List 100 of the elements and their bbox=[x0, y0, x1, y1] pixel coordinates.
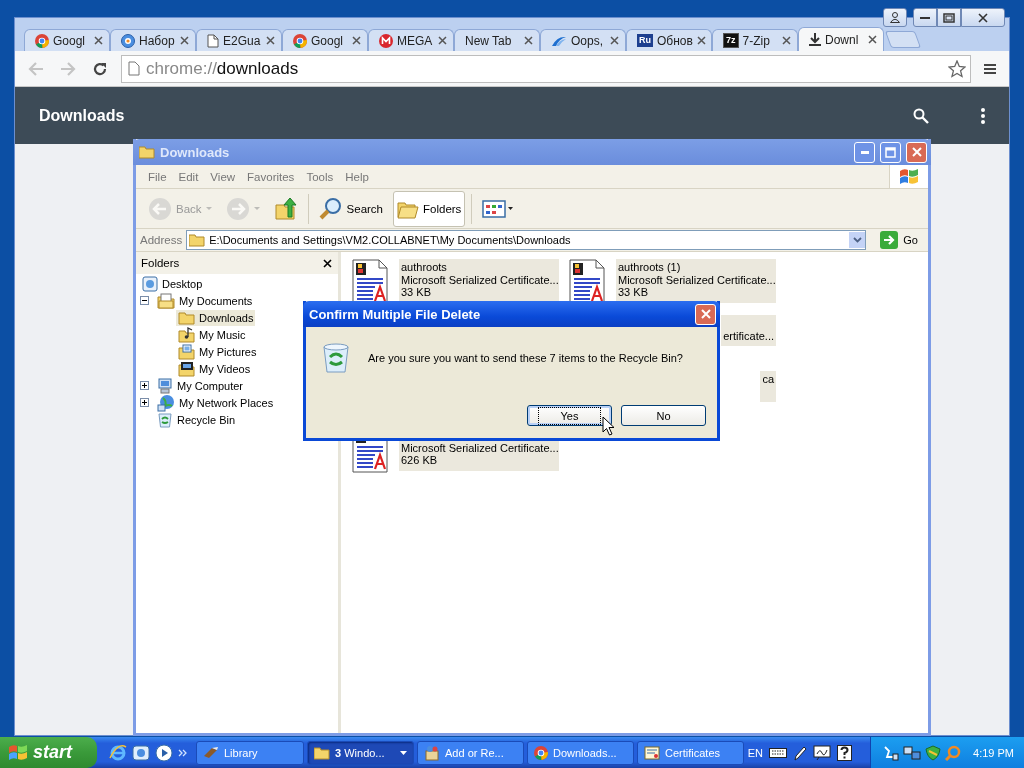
browser-tab[interactable]: 7z 7-Zip bbox=[712, 29, 798, 51]
media-play-icon[interactable] bbox=[155, 743, 173, 762]
network-cable-icon[interactable] bbox=[883, 744, 900, 761]
menu-item[interactable]: File bbox=[142, 170, 173, 183]
menu-item[interactable]: Edit bbox=[172, 170, 205, 183]
recycle-bin-icon bbox=[321, 342, 351, 374]
address-field[interactable]: E:\Documents and Settings\VM2.COLLABNET\My Documents\Downloads bbox=[186, 230, 867, 250]
menu-icon[interactable] bbox=[984, 62, 996, 75]
tree-item[interactable]: Recycle Bin bbox=[155, 411, 238, 428]
reload-icon[interactable] bbox=[92, 60, 108, 77]
up-folder-icon bbox=[273, 196, 298, 221]
menu-item[interactable]: View bbox=[204, 170, 242, 183]
caret-icon bbox=[400, 750, 407, 755]
circle-logo-icon bbox=[379, 33, 393, 48]
dialog-title: Confirm Multiple File Delete bbox=[309, 306, 481, 322]
page-title: Downloads bbox=[39, 106, 125, 125]
dialog-message: Are you sure you want to send these 7 items to the Recycle Bin? bbox=[368, 352, 683, 364]
file-item-label[interactable]: ertificate... bbox=[721, 315, 776, 346]
chevron-right-icon[interactable] bbox=[178, 748, 188, 757]
close-icon[interactable] bbox=[323, 258, 332, 268]
browser-tab[interactable]: Ru Обнов bbox=[626, 29, 712, 51]
browser-tab[interactable]: Набор bbox=[110, 29, 196, 51]
menu-item[interactable]: Help bbox=[339, 170, 375, 183]
tree-item[interactable]: My Computer bbox=[155, 377, 246, 394]
clock: 4:19 PM bbox=[973, 746, 1014, 759]
dialog-button[interactable]: No bbox=[621, 405, 706, 426]
search-icon[interactable] bbox=[913, 107, 929, 124]
file-item-label[interactable]: authroots Microsoft Serialized Certificate... 33 KB bbox=[399, 259, 559, 303]
help-icon[interactable] bbox=[837, 744, 853, 761]
close-icon[interactable] bbox=[868, 35, 877, 44]
network-computers-icon[interactable] bbox=[903, 744, 922, 761]
pointer-icon bbox=[602, 416, 615, 436]
shield-icon[interactable] bbox=[925, 744, 942, 761]
person-icon bbox=[890, 12, 900, 23]
computer-icon bbox=[157, 377, 173, 394]
close-button[interactable] bbox=[961, 8, 1005, 27]
tree-item[interactable]: Downloads bbox=[176, 309, 256, 326]
chrome-logo-icon bbox=[35, 33, 49, 48]
dialog-button[interactable]: Yes bbox=[527, 405, 612, 426]
pane-title: Folders bbox=[141, 257, 180, 269]
programs-box-icon bbox=[424, 744, 440, 761]
browser-tab[interactable]: New Tab bbox=[454, 29, 540, 51]
maximize-icon bbox=[943, 12, 955, 23]
profile-button[interactable] bbox=[883, 8, 907, 27]
browser-tab[interactable]: Googl bbox=[24, 29, 110, 51]
folder-icon bbox=[189, 233, 206, 247]
keyboard-icon[interactable] bbox=[769, 746, 788, 759]
pen-icon[interactable] bbox=[793, 744, 808, 761]
browser-tab[interactable]: Googl bbox=[282, 29, 368, 51]
minimize-button[interactable] bbox=[913, 8, 937, 27]
browser-tab[interactable]: E2Gua bbox=[196, 29, 282, 51]
dropdown-arrow-icon bbox=[205, 206, 212, 211]
chevron-down-icon bbox=[852, 237, 862, 243]
browser-tab[interactable]: MEGA bbox=[368, 29, 454, 51]
certificate-icon bbox=[644, 745, 660, 760]
maximize-button[interactable] bbox=[937, 8, 961, 27]
folder-icon bbox=[314, 745, 330, 760]
taskbar-button[interactable]: Certificates bbox=[637, 740, 744, 765]
tree-item[interactable]: My Documents bbox=[155, 292, 255, 309]
music-folder-icon bbox=[178, 326, 195, 343]
folder-icon bbox=[178, 310, 195, 325]
videos-folder-icon bbox=[178, 360, 195, 377]
go-button[interactable]: Go bbox=[870, 231, 924, 249]
search-icon bbox=[318, 196, 343, 221]
tree-item[interactable]: My Videos bbox=[176, 360, 253, 377]
taskbar-button[interactable]: 3 Windo... bbox=[307, 740, 414, 765]
desktop-icon bbox=[142, 275, 158, 292]
site-badge-icon: Ru bbox=[637, 34, 653, 47]
folders-button[interactable]: Folders bbox=[393, 190, 466, 227]
dropdown-button[interactable] bbox=[849, 232, 866, 248]
file-item-label[interactable]: ca bbox=[760, 371, 776, 402]
dropdown-arrow-icon bbox=[253, 206, 260, 211]
tree-item[interactable]: My Music bbox=[176, 326, 248, 343]
page-icon bbox=[207, 33, 219, 48]
start-button[interactable]: start bbox=[0, 737, 97, 768]
globe-icon bbox=[121, 33, 135, 48]
menu-item[interactable]: Favorites bbox=[241, 170, 301, 183]
language-indicator[interactable]: EN bbox=[747, 746, 764, 759]
browser-tab[interactable]: Oops, bbox=[540, 29, 626, 51]
more-options-icon[interactable] bbox=[981, 107, 985, 124]
browser-tab[interactable]: Downl bbox=[798, 27, 884, 51]
menu-item[interactable]: Tools bbox=[300, 170, 340, 183]
tree-item[interactable]: Desktop bbox=[140, 275, 205, 292]
tree-item[interactable]: My Network Places bbox=[155, 394, 276, 411]
browser-e-icon[interactable] bbox=[109, 743, 127, 762]
star-icon[interactable] bbox=[948, 59, 966, 78]
desktop-shortcut-icon[interactable] bbox=[132, 743, 150, 762]
handwriting-pad-icon[interactable] bbox=[813, 744, 832, 761]
network-globe-icon bbox=[157, 393, 175, 412]
address-bar[interactable]: chrome://downloads bbox=[121, 54, 971, 83]
file-item-label[interactable]: authroots (1) Microsoft Serialized Certificate... 33 KB bbox=[616, 259, 776, 303]
download-icon bbox=[809, 33, 821, 46]
taskbar-button[interactable]: Add or Re... bbox=[417, 740, 524, 765]
taskbar-button[interactable]: Downloads... bbox=[527, 740, 634, 765]
windows-flag-icon bbox=[8, 743, 28, 762]
taskbar-button[interactable]: Library bbox=[196, 740, 304, 765]
tree-item[interactable]: My Pictures bbox=[176, 343, 259, 360]
close-icon bbox=[700, 309, 711, 319]
windows-flag-icon bbox=[899, 167, 919, 186]
search-button[interactable]: Search bbox=[314, 190, 387, 227]
